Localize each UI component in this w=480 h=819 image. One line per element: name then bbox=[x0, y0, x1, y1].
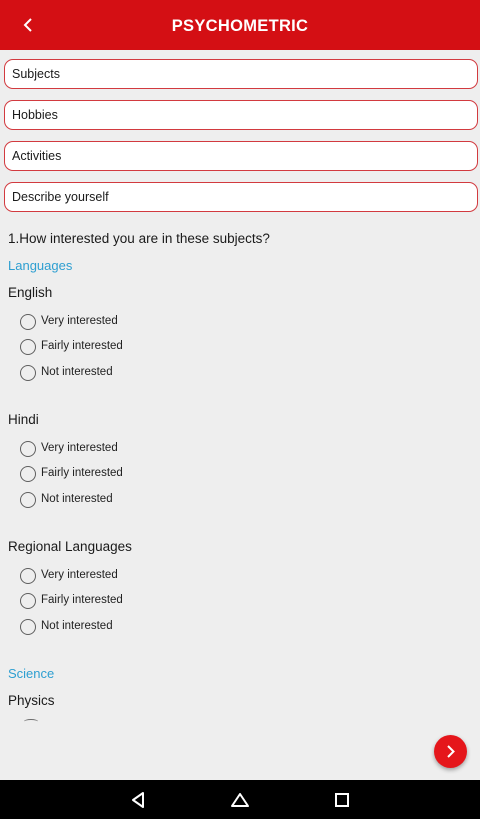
radio-label: Very interested bbox=[41, 569, 118, 581]
page-title: PSYCHOMETRIC bbox=[171, 17, 309, 35]
tab-hobbies-label: Hobbies bbox=[12, 108, 58, 122]
radio-circle-icon[interactable] bbox=[24, 719, 38, 724]
radio-label: Not interested bbox=[41, 366, 113, 378]
category-languages: Languages bbox=[8, 258, 73, 273]
tab-hobbies[interactable]: Hobbies bbox=[4, 100, 478, 130]
radio-circle-icon bbox=[20, 492, 36, 508]
tab-subjects[interactable]: Subjects bbox=[4, 59, 478, 89]
radio-label: Very interested bbox=[41, 442, 118, 454]
radio-circle-icon bbox=[20, 568, 36, 584]
radio-circle-icon bbox=[20, 314, 36, 330]
radio-label: Fairly interested bbox=[41, 594, 123, 606]
radio-circle-icon bbox=[20, 339, 36, 355]
radio-circle-icon bbox=[20, 441, 36, 457]
category-science: Science bbox=[8, 666, 55, 681]
nav-back-button[interactable] bbox=[126, 788, 150, 812]
question-text: 1.How interested you are in these subjec… bbox=[8, 231, 270, 246]
tab-subjects-label: Subjects bbox=[12, 67, 60, 81]
radio-label: Not interested bbox=[41, 620, 113, 632]
tab-activities-label: Activities bbox=[12, 149, 62, 163]
subject-physics: Physics bbox=[8, 693, 55, 708]
tab-activities[interactable]: Activities bbox=[4, 141, 478, 171]
recents-icon bbox=[335, 793, 349, 807]
radio-label: Very interested bbox=[41, 315, 118, 327]
chevron-right-icon bbox=[447, 745, 455, 758]
nav-recents-button[interactable] bbox=[330, 788, 354, 812]
radio-label: Fairly interested bbox=[41, 340, 123, 352]
nav-home-button[interactable] bbox=[228, 788, 252, 812]
subject-regional-languages: Regional Languages bbox=[8, 539, 132, 554]
subject-hindi: Hindi bbox=[8, 412, 39, 427]
radio-label: Fairly interested bbox=[41, 467, 123, 479]
subject-english: English bbox=[8, 285, 53, 300]
tab-describe-yourself[interactable]: Describe yourself bbox=[4, 182, 478, 212]
radio-circle-icon bbox=[20, 466, 36, 482]
system-nav-bar bbox=[0, 780, 480, 819]
tab-describe-yourself-label: Describe yourself bbox=[12, 190, 109, 204]
home-icon bbox=[231, 793, 249, 807]
app-bar: PSYCHOMETRIC bbox=[0, 0, 480, 50]
back-triangle-icon bbox=[132, 792, 144, 808]
radio-circle-icon bbox=[20, 619, 36, 635]
radio-circle-icon bbox=[20, 365, 36, 381]
radio-circle-icon bbox=[20, 593, 36, 609]
next-button[interactable] bbox=[434, 735, 467, 768]
radio-label: Not interested bbox=[41, 493, 113, 505]
